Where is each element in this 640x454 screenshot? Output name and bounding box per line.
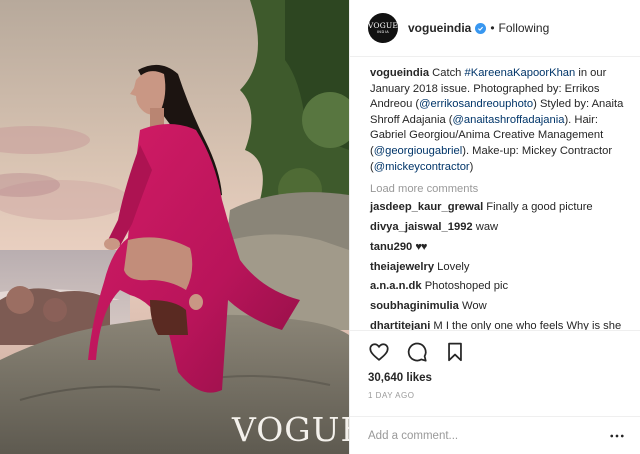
comment-text: Photoshoped pic bbox=[424, 280, 509, 293]
comment: jasdeep_kaur_grewal Finally a good pictu… bbox=[370, 200, 626, 216]
comment-text: Lovely bbox=[437, 260, 470, 273]
post-actions: 30,640 likes 1 DAY AGO bbox=[350, 330, 640, 454]
add-comment-bar bbox=[350, 416, 640, 454]
mention-link[interactable]: @errikosandreouphoto bbox=[419, 98, 533, 110]
comment-username[interactable]: soubhaginimulia bbox=[370, 300, 459, 312]
comment-username[interactable]: a.n.a.n.dk bbox=[370, 280, 422, 292]
comment-text: Wow bbox=[462, 300, 487, 313]
post-viewer: VOGUE VOGUE INDIA vogueindia • Following… bbox=[0, 0, 640, 454]
caption-username[interactable]: vogueindia bbox=[370, 67, 429, 79]
comment: dhartitejani M I the only one who feels … bbox=[370, 319, 626, 330]
photo-illustration bbox=[0, 0, 349, 454]
ellipsis-icon[interactable] bbox=[608, 427, 626, 445]
mention-link[interactable]: @anaitashroffadajania bbox=[453, 114, 565, 126]
avatar-logo-line2: INDIA bbox=[376, 29, 390, 34]
comment-text: waw bbox=[475, 220, 499, 233]
comment: theiajewelry Lovely bbox=[370, 260, 626, 276]
add-comment-input[interactable] bbox=[368, 429, 598, 442]
comment: a.n.a.n.dk Photoshoped pic bbox=[370, 279, 626, 295]
comment: divya_jaiswal_1992 waw bbox=[370, 220, 626, 236]
post-timestamp[interactable]: 1 DAY AGO bbox=[368, 391, 626, 400]
hashtag-link[interactable]: #KareenaKapoorKhan bbox=[465, 67, 576, 79]
heart-emoji-icon: ♥♥ bbox=[415, 240, 427, 253]
comment-username[interactable]: divya_jaiswal_1992 bbox=[370, 221, 473, 233]
header-username[interactable]: vogueindia bbox=[408, 21, 471, 35]
comment-username[interactable]: jasdeep_kaur_grewal bbox=[370, 201, 483, 213]
likes-count[interactable]: 30,640 likes bbox=[368, 372, 626, 384]
following-button[interactable]: Following bbox=[499, 21, 550, 35]
action-icons bbox=[368, 341, 626, 363]
avatar-logo-line1: VOGUE bbox=[367, 20, 399, 30]
comment-text: Finally a good picture bbox=[486, 201, 593, 214]
comment: tanu290 ♥♥ bbox=[370, 240, 626, 256]
heart-outline-icon[interactable] bbox=[368, 341, 390, 363]
vogue-wordmark: VOGUE bbox=[232, 410, 349, 449]
caption-text: Catch bbox=[429, 67, 465, 79]
post-side-panel: VOGUE INDIA vogueindia • Following vogue… bbox=[349, 0, 640, 454]
load-more-comments-link[interactable]: Load more comments bbox=[370, 181, 626, 197]
verified-badge-icon bbox=[475, 22, 487, 34]
avatar[interactable]: VOGUE INDIA bbox=[368, 13, 398, 43]
comment-username[interactable]: tanu290 bbox=[370, 241, 412, 253]
comment-username[interactable]: dhartitejani bbox=[370, 320, 430, 330]
mention-link[interactable]: @mickeycontractor bbox=[374, 161, 470, 173]
post-caption: vogueindia Catch #KareenaKapoorKhan in o… bbox=[370, 66, 626, 175]
post-header: VOGUE INDIA vogueindia • Following bbox=[350, 0, 640, 57]
caption-text: ) bbox=[469, 160, 474, 173]
comments-list[interactable]: vogueindia Catch #KareenaKapoorKhan in o… bbox=[350, 57, 640, 330]
bookmark-icon[interactable] bbox=[444, 341, 466, 363]
post-photo[interactable]: VOGUE bbox=[0, 0, 349, 454]
speech-bubble-icon[interactable] bbox=[406, 341, 428, 363]
comment: soubhaginimulia Wow bbox=[370, 299, 626, 315]
mention-link[interactable]: @georgiougabriel bbox=[374, 145, 462, 157]
header-separator: • bbox=[490, 21, 495, 35]
comment-username[interactable]: theiajewelry bbox=[370, 261, 434, 273]
